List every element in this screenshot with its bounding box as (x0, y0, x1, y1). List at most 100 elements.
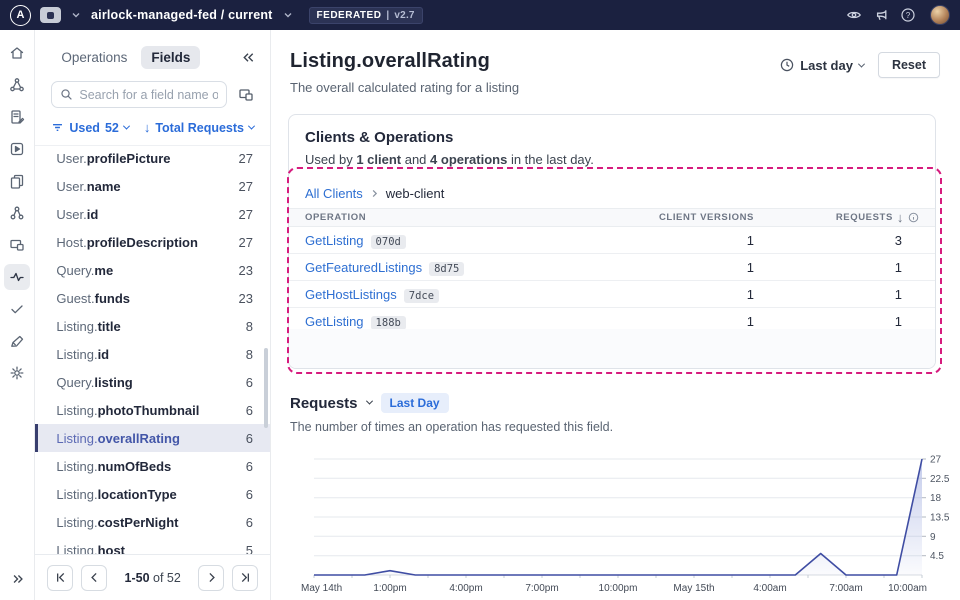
nav-item-insights[interactable] (4, 264, 30, 290)
next-page-button[interactable] (198, 565, 224, 591)
nav-item-clients[interactable] (4, 232, 30, 258)
field-list-item[interactable]: User.name27 (35, 172, 270, 200)
svg-text:May 14th: May 14th (301, 583, 342, 594)
org-badge-icon[interactable] (40, 7, 61, 23)
operation-link[interactable]: GetHostListings (305, 287, 397, 302)
field-parent-type: Host. (56, 235, 86, 250)
field-list-item[interactable]: Listing.id8 (35, 340, 270, 368)
chevron-down-icon[interactable] (365, 397, 372, 404)
card-heading: Clients & Operations (289, 115, 935, 146)
nav-item-checks[interactable] (4, 296, 30, 322)
field-name: id (87, 207, 99, 222)
field-list-item[interactable]: Listing.numOfBeds6 (35, 452, 270, 480)
requests-section: Requests Last Day The number of times an… (290, 393, 960, 600)
field-list-item[interactable]: Host.profileDescription27 (35, 228, 270, 256)
svg-text:May 15th: May 15th (673, 583, 714, 594)
tab-fields[interactable]: Fields (141, 46, 200, 69)
chevron-down-icon (123, 123, 130, 130)
apollo-logo-icon[interactable]: A (10, 5, 31, 26)
field-list-item[interactable]: Query.me23 (35, 256, 270, 284)
subgraphs-icon (9, 173, 25, 189)
breadcrumb-all-clients-link[interactable]: All Clients (305, 186, 363, 201)
column-requests[interactable]: REQUESTS↓ (754, 210, 919, 225)
field-request-count: 27 (239, 151, 253, 166)
field-request-count: 6 (246, 375, 253, 390)
search-input[interactable] (79, 88, 218, 102)
field-name: me (94, 263, 113, 278)
client-versions-value: 1 (564, 260, 754, 275)
field-list-item[interactable]: Listing.photoThumbnail6 (35, 396, 270, 424)
field-parent-type: Listing. (56, 543, 97, 555)
user-avatar[interactable] (930, 5, 950, 25)
nav-item-changelog[interactable] (4, 104, 30, 130)
nav-item-schema-graph[interactable] (4, 72, 30, 98)
federation-badge: FEDERATED | v2.7 (309, 7, 423, 24)
column-client-versions[interactable]: CLIENT VERSIONS (564, 212, 754, 223)
nav-item-subgraphs[interactable] (4, 168, 30, 194)
svg-text:18: 18 (930, 493, 942, 504)
reset-button[interactable]: Reset (878, 52, 940, 78)
operation-link[interactable]: GetListing (305, 314, 364, 329)
field-list-item[interactable]: Listing.overallRating6 (35, 424, 270, 452)
nav-item-launches[interactable] (4, 328, 30, 354)
time-range-dropdown[interactable]: Last day (780, 58, 864, 73)
help-icon[interactable]: ? (899, 6, 917, 24)
nav-item-topology[interactable] (4, 200, 30, 226)
field-parent-type: Listing. (56, 347, 97, 362)
org-chevron-down-icon[interactable] (70, 9, 82, 21)
collapse-sidebar-button[interactable] (241, 50, 256, 65)
field-request-count: 27 (239, 179, 253, 194)
client-filter-icon[interactable] (234, 83, 258, 107)
visibility-eye-icon[interactable] (845, 6, 863, 24)
first-page-button[interactable] (47, 565, 73, 591)
field-list-item[interactable]: User.id27 (35, 200, 270, 228)
tab-operations[interactable]: Operations (51, 46, 137, 69)
field-name: profilePicture (87, 151, 171, 166)
clients-operations-card: Clients & Operations Used by 1 client an… (288, 114, 936, 369)
field-name: host (98, 543, 125, 555)
requests-chart-container: 4.5913.51822.527May 14th1:00pm4:00pm7:00… (300, 448, 960, 600)
field-list-item[interactable]: Listing.title8 (35, 312, 270, 340)
breadcrumb-current-client: web-client (386, 186, 445, 201)
svg-text:1:00pm: 1:00pm (373, 583, 406, 594)
field-name: profileDescription (87, 235, 198, 250)
nav-item-settings[interactable] (4, 360, 30, 386)
operations-table-header: OPERATION CLIENT VERSIONS REQUESTS↓ (289, 208, 935, 227)
field-request-count: 5 (246, 543, 253, 555)
settings-icon (9, 365, 25, 381)
field-parent-type: Query. (56, 375, 94, 390)
nav-item-home[interactable] (4, 40, 30, 66)
expand-rail-button[interactable] (0, 572, 36, 586)
field-list-item[interactable]: Listing.locationType6 (35, 480, 270, 508)
client-versions-value: 1 (564, 287, 754, 302)
field-request-count: 23 (239, 291, 253, 306)
search-box[interactable] (51, 81, 227, 108)
sidebar-scrollbar[interactable] (264, 348, 268, 428)
last-page-button[interactable] (232, 565, 258, 591)
info-icon[interactable] (908, 212, 919, 223)
field-list-item[interactable]: User.profilePicture27 (35, 144, 270, 172)
field-list-item[interactable]: Listing.host 5 (35, 536, 270, 554)
operation-link[interactable]: GetListing (305, 233, 364, 248)
operation-hash-badge: 188b (371, 316, 406, 330)
field-list-item[interactable]: Query.listing6 (35, 368, 270, 396)
federation-badge-separator: | (386, 10, 389, 21)
field-request-count: 6 (246, 403, 253, 418)
chevron-right-icon (369, 188, 380, 199)
field-parent-type: User. (56, 207, 86, 222)
field-list-item[interactable]: Guest.funds23 (35, 284, 270, 312)
column-operation[interactable]: OPERATION (305, 212, 564, 223)
used-filter-dropdown[interactable]: Used 52 (51, 121, 128, 135)
previous-page-button[interactable] (81, 565, 107, 591)
requests-value: 1 (754, 287, 919, 302)
announcements-megaphone-icon[interactable] (872, 6, 890, 24)
sort-descending-arrow-icon: ↓ (897, 210, 904, 225)
field-list-item[interactable]: Listing.costPerNight6 (35, 508, 270, 536)
graph-name[interactable]: airlock-managed-fed / current (91, 8, 273, 22)
sort-dropdown[interactable]: ↓ Total Requests (144, 120, 254, 135)
graph-chevron-down-icon[interactable] (282, 9, 294, 21)
field-parent-type: Listing. (56, 431, 97, 446)
operation-link[interactable]: GetFeaturedListings (305, 260, 422, 275)
nav-item-explorer[interactable] (4, 136, 30, 162)
field-request-count: 8 (246, 347, 253, 362)
